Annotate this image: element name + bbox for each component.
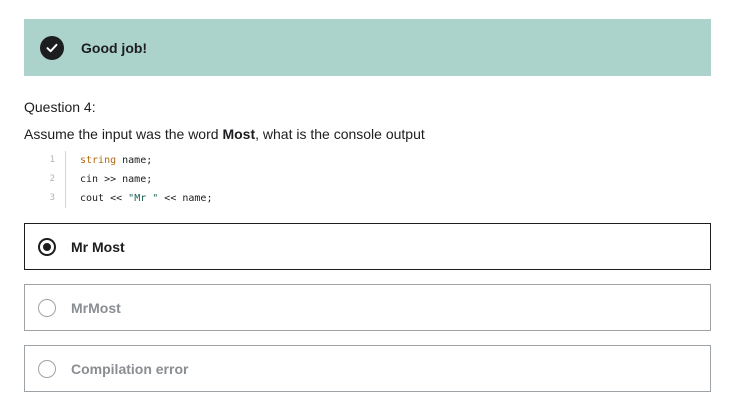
line-number: 2 [40, 170, 66, 189]
radio-unselected-icon[interactable] [38, 298, 56, 317]
prompt-text-after: , what is the console output [255, 126, 425, 142]
code-line: 3 cout << "Mr " << name; [40, 189, 212, 208]
code-string-literal: "Mr " [128, 193, 159, 204]
radio-unselected-icon[interactable] [38, 359, 56, 378]
check-icon [40, 35, 64, 60]
code-text: string name; [66, 155, 152, 166]
code-keyword: string [80, 155, 117, 166]
question-number: Question 4: [24, 99, 96, 115]
option-label: MrMost [71, 299, 121, 316]
banner-message: Good job! [81, 39, 148, 56]
code-text: cout << "Mr " << name; [66, 193, 212, 204]
line-number: 1 [40, 151, 66, 170]
option-label: Mr Most [71, 238, 125, 255]
code-rest: name; [116, 155, 153, 166]
question-prompt: Assume the input was the word Most, what… [24, 126, 425, 142]
code-before: cout << [80, 193, 129, 204]
line-number: 3 [40, 189, 66, 208]
code-after: << name; [158, 193, 213, 204]
answer-option-compilation-error[interactable]: Compilation error [24, 345, 711, 392]
code-block: 1 string name; 2 cin >> name; 3 cout << … [40, 151, 212, 208]
prompt-text-before: Assume the input was the word [24, 126, 223, 142]
answer-option-mrmost[interactable]: MrMost [24, 284, 711, 331]
code-text: cin >> name; [80, 174, 153, 185]
code-line: 2 cin >> name; [40, 170, 212, 189]
radio-dot [43, 242, 51, 251]
option-label: Compilation error [71, 360, 189, 377]
prompt-bold-word: Most [222, 126, 256, 142]
radio-selected-icon[interactable] [38, 237, 56, 256]
result-banner: Good job! [24, 19, 711, 76]
answer-option-mr-most[interactable]: Mr Most [24, 223, 711, 270]
code-line: 1 string name; [40, 151, 212, 170]
